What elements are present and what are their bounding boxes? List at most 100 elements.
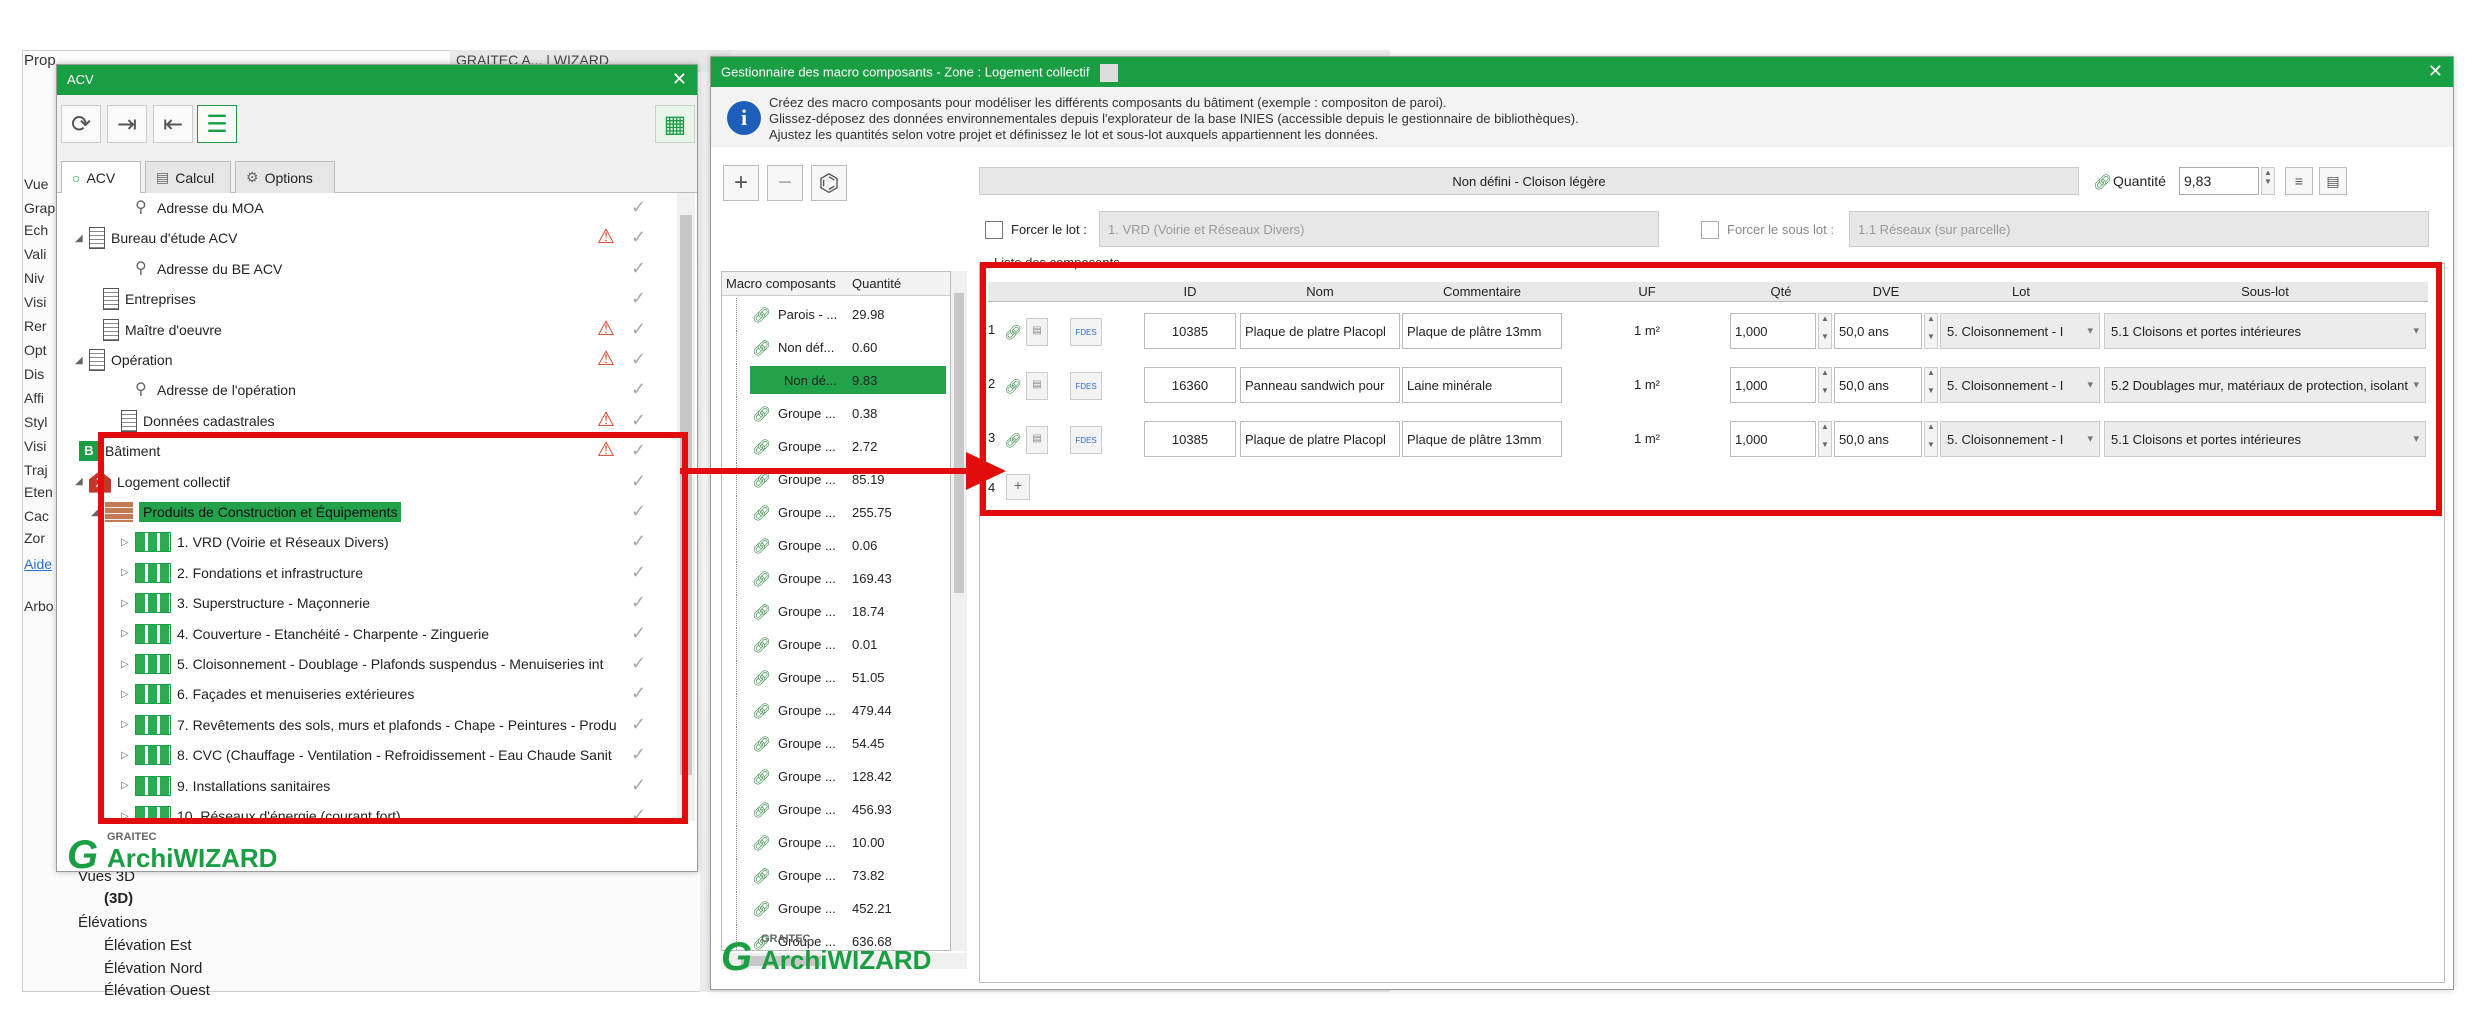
tab-calcul[interactable]: ▤ Calcul: [145, 161, 231, 193]
force-sous-lot-checkbox[interactable]: [1701, 221, 1719, 239]
group-button[interactable]: ⌬: [811, 165, 847, 201]
remove-macro-button[interactable]: −: [767, 165, 803, 201]
tree-elevations[interactable]: Élévations: [78, 914, 147, 931]
side-label: Visi: [24, 294, 47, 310]
acv-tree-item[interactable]: ⚲ Adresse du BE ACV ✓: [57, 254, 677, 284]
force-lot-select[interactable]: 1. VRD (Voirie et Réseaux Divers): [1099, 211, 1659, 247]
macro-list-item[interactable]: 🔗︎ Groupe ... 10.00: [722, 826, 950, 859]
tree-elevation-ouest[interactable]: Élévation Ouest: [104, 982, 210, 999]
document-icon: [103, 288, 119, 311]
macro-qty: 18.74: [852, 604, 885, 619]
macro-qty: 29.98: [852, 307, 885, 322]
calc-button[interactable]: ▤: [2319, 167, 2347, 195]
building-b-icon: B: [79, 441, 99, 462]
macro-header-name[interactable]: Macro composants: [726, 276, 836, 291]
quantity-label: Quantité: [2113, 173, 2166, 189]
macro-name: Groupe ...: [778, 571, 836, 586]
tree-elevation-nord[interactable]: Élévation Nord: [104, 960, 202, 977]
edit-button[interactable]: ≡: [2285, 167, 2313, 195]
gear-icon: ⚙: [246, 169, 259, 185]
macro-list-item[interactable]: 🔗︎ Groupe ... 18.74: [722, 595, 950, 628]
refresh-icon: ⟳: [70, 110, 92, 138]
force-sous-lot-select[interactable]: 1.1 Réseaux (sur parcelle): [1849, 211, 2429, 247]
macro-name: Non déf...: [778, 340, 835, 355]
macro-vscroll-thumb[interactable]: [954, 293, 964, 593]
acv-title: ACV: [67, 72, 94, 87]
macro-list-item[interactable]: 🔗︎ Groupe ... 169.43: [722, 562, 950, 595]
link-icon: 🔗︎: [752, 637, 772, 654]
macro-list-item[interactable]: 🔗︎ Groupe ... 128.42: [722, 760, 950, 793]
archiwizard-logo: G GRAITEC ArchiWIZARD: [61, 825, 361, 877]
macro-list-item[interactable]: 🔗︎ Groupe ... 54.45: [722, 727, 950, 760]
macro-list-item[interactable]: 🔗︎ Non déf... 0.60: [722, 331, 950, 364]
macro-list-item[interactable]: 🔗︎ Groupe ... 456.93: [722, 793, 950, 826]
expand-toggle-icon[interactable]: ◢: [75, 476, 89, 487]
force-lot-checkbox[interactable]: [985, 221, 1003, 239]
macro-list-item[interactable]: 🔗︎ Groupe ... 2.72: [722, 430, 950, 463]
location-pin-icon: ⚲: [135, 259, 147, 277]
macro-list-item[interactable]: 🔗︎ Groupe ... 0.38: [722, 397, 950, 430]
tree-line: [736, 364, 737, 397]
macro-header-qty[interactable]: Quantité: [852, 276, 901, 291]
macro-list-item[interactable]: 🔗︎ Parois - ... 29.98: [722, 298, 950, 331]
logo-archiwizard: ArchiWIZARD: [107, 843, 278, 873]
tab-options[interactable]: ⚙ Options: [235, 161, 335, 193]
macro-list-item[interactable]: 🔗︎Non dé...9.83: [722, 364, 950, 397]
close-icon[interactable]: ✕: [2428, 61, 2443, 82]
export-button[interactable]: ⇥: [107, 105, 147, 143]
macro-list-item[interactable]: 🔗︎ Groupe ... 0.06: [722, 529, 950, 562]
tree-elevation-est[interactable]: Élévation Est: [104, 937, 192, 954]
tree-line: [736, 727, 737, 760]
close-icon[interactable]: ✕: [672, 69, 687, 90]
acv-tree-label: Bureau d'étude ACV: [111, 230, 238, 247]
spreadsheet-icon: ▦: [663, 110, 687, 138]
acv-tree-item[interactable]: ⚲ Adresse du MOA ✓: [57, 193, 677, 223]
macro-list-item[interactable]: 🔗︎ Groupe ... 255.75: [722, 496, 950, 529]
tree-line: [736, 298, 737, 331]
acv-tree-item[interactable]: ◢ Opération ⚠ ✓: [57, 345, 677, 375]
macro-name: Parois - ...: [778, 307, 838, 322]
side-label: Zor: [24, 530, 45, 546]
expand-toggle-icon[interactable]: ◢: [75, 355, 89, 366]
selected-macro-name[interactable]: Non défini - Cloison légère: [979, 167, 2079, 195]
acv-titlebar: ACV ✕: [57, 65, 697, 95]
check-icon: ✓: [631, 227, 647, 248]
tab-acv[interactable]: ○ ACV: [61, 161, 141, 194]
macro-name: Groupe ...: [778, 637, 836, 652]
macro-name: Groupe ...: [778, 736, 836, 751]
acv-tree-label: Adresse du BE ACV: [157, 260, 283, 277]
acv-tree-item[interactable]: Entreprises ✓: [57, 284, 677, 314]
check-icon: ✓: [631, 257, 647, 278]
macro-list-item[interactable]: 🔗︎ Groupe ... 51.05: [722, 661, 950, 694]
refresh-button[interactable]: ⟳: [61, 105, 101, 143]
selection-highlight: [750, 366, 946, 394]
tree-line: [736, 628, 737, 661]
link-icon: 🔗︎: [752, 835, 772, 852]
macro-name: Groupe ...: [778, 538, 836, 553]
acv-tree-item[interactable]: ⚲ Adresse de l'opération ✓: [57, 375, 677, 405]
info-banner: i Créez des macro composants pour modéli…: [711, 87, 2453, 147]
macro-list-item[interactable]: 🔗︎ Groupe ... 0.01: [722, 628, 950, 661]
tree-line: [736, 331, 737, 364]
calculator-icon: ▤: [156, 169, 170, 185]
quantity-input[interactable]: 9,83: [2179, 167, 2259, 195]
collapse-button[interactable]: ⇤: [153, 105, 193, 143]
export-icon: ⇥: [116, 110, 138, 138]
manager-title: Gestionnaire des macro composants - Zone…: [721, 64, 1090, 80]
macro-list-item[interactable]: 🔗︎ Groupe ... 479.44: [722, 694, 950, 727]
side-label: Traj: [24, 462, 48, 478]
tree-3d[interactable]: (3D): [104, 890, 133, 907]
add-macro-button[interactable]: +: [723, 165, 759, 201]
expand-button[interactable]: ☰: [197, 105, 237, 143]
macro-list-item[interactable]: 🔗︎ Groupe ... 73.82: [722, 859, 950, 892]
expand-toggle-icon[interactable]: ◢: [75, 233, 89, 244]
acv-tree-item[interactable]: Maître d'oeuvre ⚠ ✓: [57, 315, 677, 345]
quantity-spinner[interactable]: ▲ ▼: [2261, 167, 2275, 195]
properties-title: Prop: [24, 52, 56, 69]
highlight-arrow-head: [966, 452, 1006, 490]
excel-export-button[interactable]: ▦: [655, 105, 695, 143]
acv-tree-item[interactable]: ◢ Bureau d'étude ACV ⚠ ✓: [57, 223, 677, 253]
macro-list-item[interactable]: 🔗︎ Groupe ... 452.21: [722, 892, 950, 925]
check-icon: ✓: [631, 288, 647, 309]
warning-icon: ⚠: [597, 348, 615, 370]
